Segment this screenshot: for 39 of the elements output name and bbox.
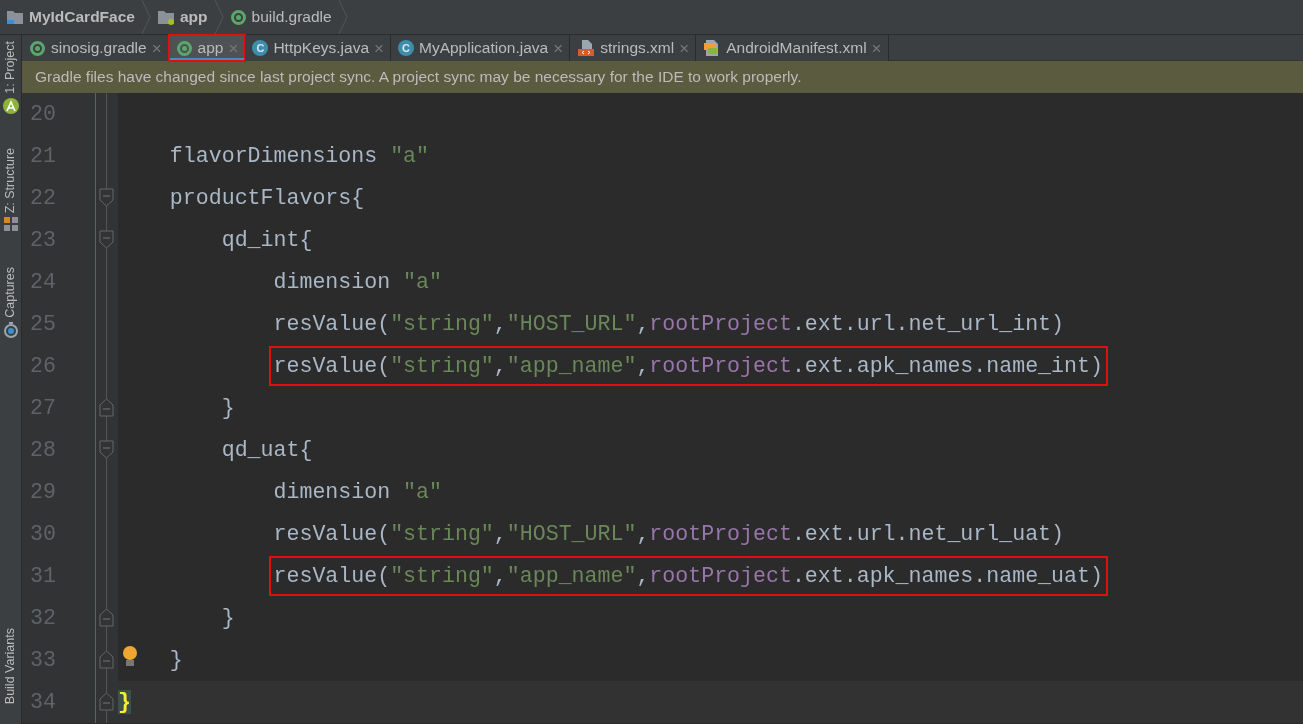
- class-icon: C: [398, 40, 414, 56]
- code-line: qd_int{: [220, 226, 314, 254]
- gradle-icon: [175, 39, 193, 57]
- gradle-icon: [29, 39, 46, 57]
- chevron-separator-icon: [337, 0, 348, 34]
- tool-window-tab[interactable]: 1: Project: [1, 41, 20, 94]
- code-line: flavorDimensions "a": [168, 142, 431, 170]
- editor-tab[interactable]: strings.xml ×: [570, 35, 697, 61]
- breadcrumb-item[interactable]: build.gradle: [251, 5, 332, 29]
- structure-icon: [3, 217, 18, 232]
- code-line: }: [168, 646, 184, 674]
- chevron-separator-icon: [140, 0, 151, 34]
- editor-tab[interactable]: sinosig.gradle ×: [22, 35, 169, 61]
- xml-file-icon: [577, 39, 596, 57]
- tool-window-tab[interactable]: Build Variants: [1, 627, 20, 705]
- chevron-separator-icon: [213, 0, 224, 34]
- gradle-icon: [229, 8, 247, 26]
- code-line: productFlavors{: [168, 184, 366, 212]
- breadcrumb-item[interactable]: MyIdCardFace: [29, 5, 135, 29]
- stopwatch-icon: [2, 321, 19, 338]
- breadcrumb-item[interactable]: app: [179, 5, 208, 29]
- editor-tab[interactable]: AndroidManifest.xml ×: [696, 35, 889, 61]
- folder-icon: [6, 9, 24, 25]
- editor-tab[interactable]: C HttpKeys.java ×: [245, 35, 391, 61]
- code-line: }: [220, 394, 236, 422]
- code-line: resValue("string","HOST_URL",rootProject.ext.url.net_url_uat): [272, 520, 1066, 548]
- tool-window-tab[interactable]: Captures: [1, 267, 20, 318]
- notification-banner: Gradle files have changed since last project sync. A project sync may be necessary for the IDE to work properly.: [22, 61, 1303, 93]
- code-line: }: [220, 604, 236, 632]
- code-line: resValue("string","HOST_URL",rootProject.ext.url.net_url_int): [272, 310, 1066, 338]
- editor-tab[interactable]: C MyApplication.java ×: [391, 35, 571, 61]
- tool-window-tab[interactable]: Z: Structure: [1, 147, 20, 214]
- code-line: dimension "a": [272, 268, 443, 296]
- folder-icon: [156, 9, 175, 25]
- editor-tab[interactable]: app ×: [168, 35, 246, 61]
- android-icon: [2, 97, 19, 114]
- code-line: dimension "a": [272, 478, 443, 506]
- class-icon: C: [252, 40, 269, 56]
- code-line: qd_uat{: [220, 436, 314, 464]
